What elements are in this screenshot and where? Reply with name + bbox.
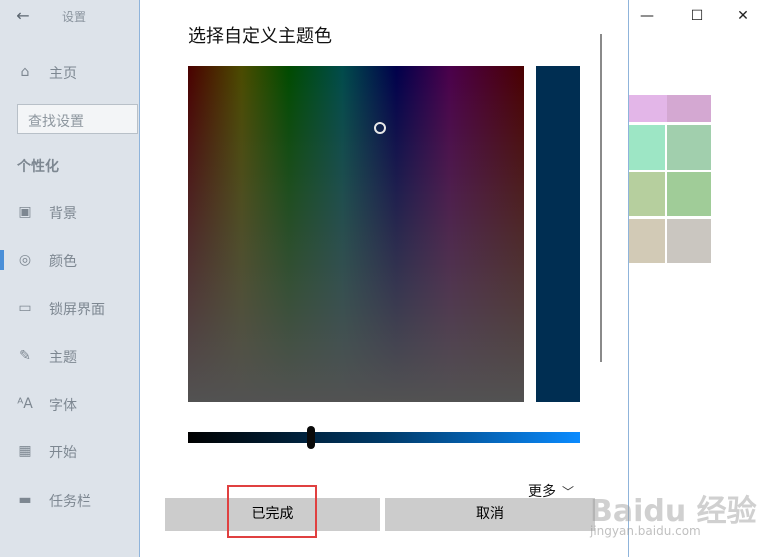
palette-icon: ◎ [18,252,32,268]
search-placeholder: 查找设置 [28,114,84,130]
accent-swatch[interactable] [629,219,665,263]
nav-item-lock-screen[interactable]: ▭ 锁屏界面 [0,288,140,328]
annotation-highlight-box [227,485,317,538]
accent-swatch[interactable] [667,172,711,216]
brightness-slider-thumb[interactable] [307,426,315,449]
nav-item-label: 颜色 [49,254,77,270]
lock-screen-icon: ▭ [18,300,32,316]
nav-item-label: 主题 [49,350,77,366]
accent-swatch[interactable] [629,172,665,216]
nav-item-background[interactable]: ▣ 背景 [0,192,140,232]
home-icon: ⌂ [20,64,30,80]
nav-home[interactable]: ⌂ 主页 [0,52,140,92]
section-heading: 个性化 [17,159,59,175]
accent-swatch[interactable] [629,125,665,170]
nav-item-label: 任务栏 [49,494,91,510]
nav-item-label: 字体 [49,398,77,414]
sidebar: ← 设置 ⌂ 主页 查找设置 个性化 ▣ 背景 ◎ 颜色 ▭ 锁屏界面 ✎ 主题… [0,0,140,557]
nav-item-label: 开始 [49,445,77,461]
chevron-down-icon: ﹀ [562,485,575,499]
cancel-button[interactable]: 取消 [385,498,595,531]
accent-swatch[interactable] [667,125,711,170]
accent-swatch[interactable] [667,95,711,122]
taskbar-icon: ▬ [18,492,32,508]
nav-item-start[interactable]: ▦ 开始 [0,431,140,471]
color-spectrum-picker[interactable] [188,66,524,402]
back-button[interactable]: ← [10,4,36,28]
accent-swatch[interactable] [667,219,711,263]
brightness-slider[interactable] [188,432,580,443]
minimize-button[interactable]: — [632,4,662,28]
dialog-scrollbar[interactable] [600,34,602,362]
start-icon: ▦ [18,443,32,459]
maximize-button[interactable]: ☐ [682,4,712,28]
window-title: 设置 [62,10,87,24]
nav-item-fonts[interactable]: ᴬA 字体 [0,384,140,424]
nav-item-label: 锁屏界面 [49,302,105,318]
nav-item-themes[interactable]: ✎ 主题 [0,336,140,376]
dialog-title: 选择自定义主题色 [188,26,332,47]
nav-item-taskbar[interactable]: ▬ 任务栏 [0,480,140,520]
selected-nav-indicator [0,250,4,270]
color-picker-handle[interactable] [374,122,386,134]
custom-color-dialog: 选择自定义主题色 更多 ﹀ 已完成 取消 [139,0,629,557]
picture-icon: ▣ [18,204,32,220]
window-controls: — ☐ ✕ [628,0,768,32]
close-button[interactable]: ✕ [728,4,758,28]
nav-item-label: 背景 [49,206,77,222]
color-preview [536,66,580,402]
font-icon: ᴬA [17,396,33,412]
search-input[interactable]: 查找设置 [17,104,138,134]
theme-icon: ✎ [19,348,31,364]
nav-home-label: 主页 [49,66,77,82]
nav-item-colors[interactable]: ◎ 颜色 [0,240,140,280]
